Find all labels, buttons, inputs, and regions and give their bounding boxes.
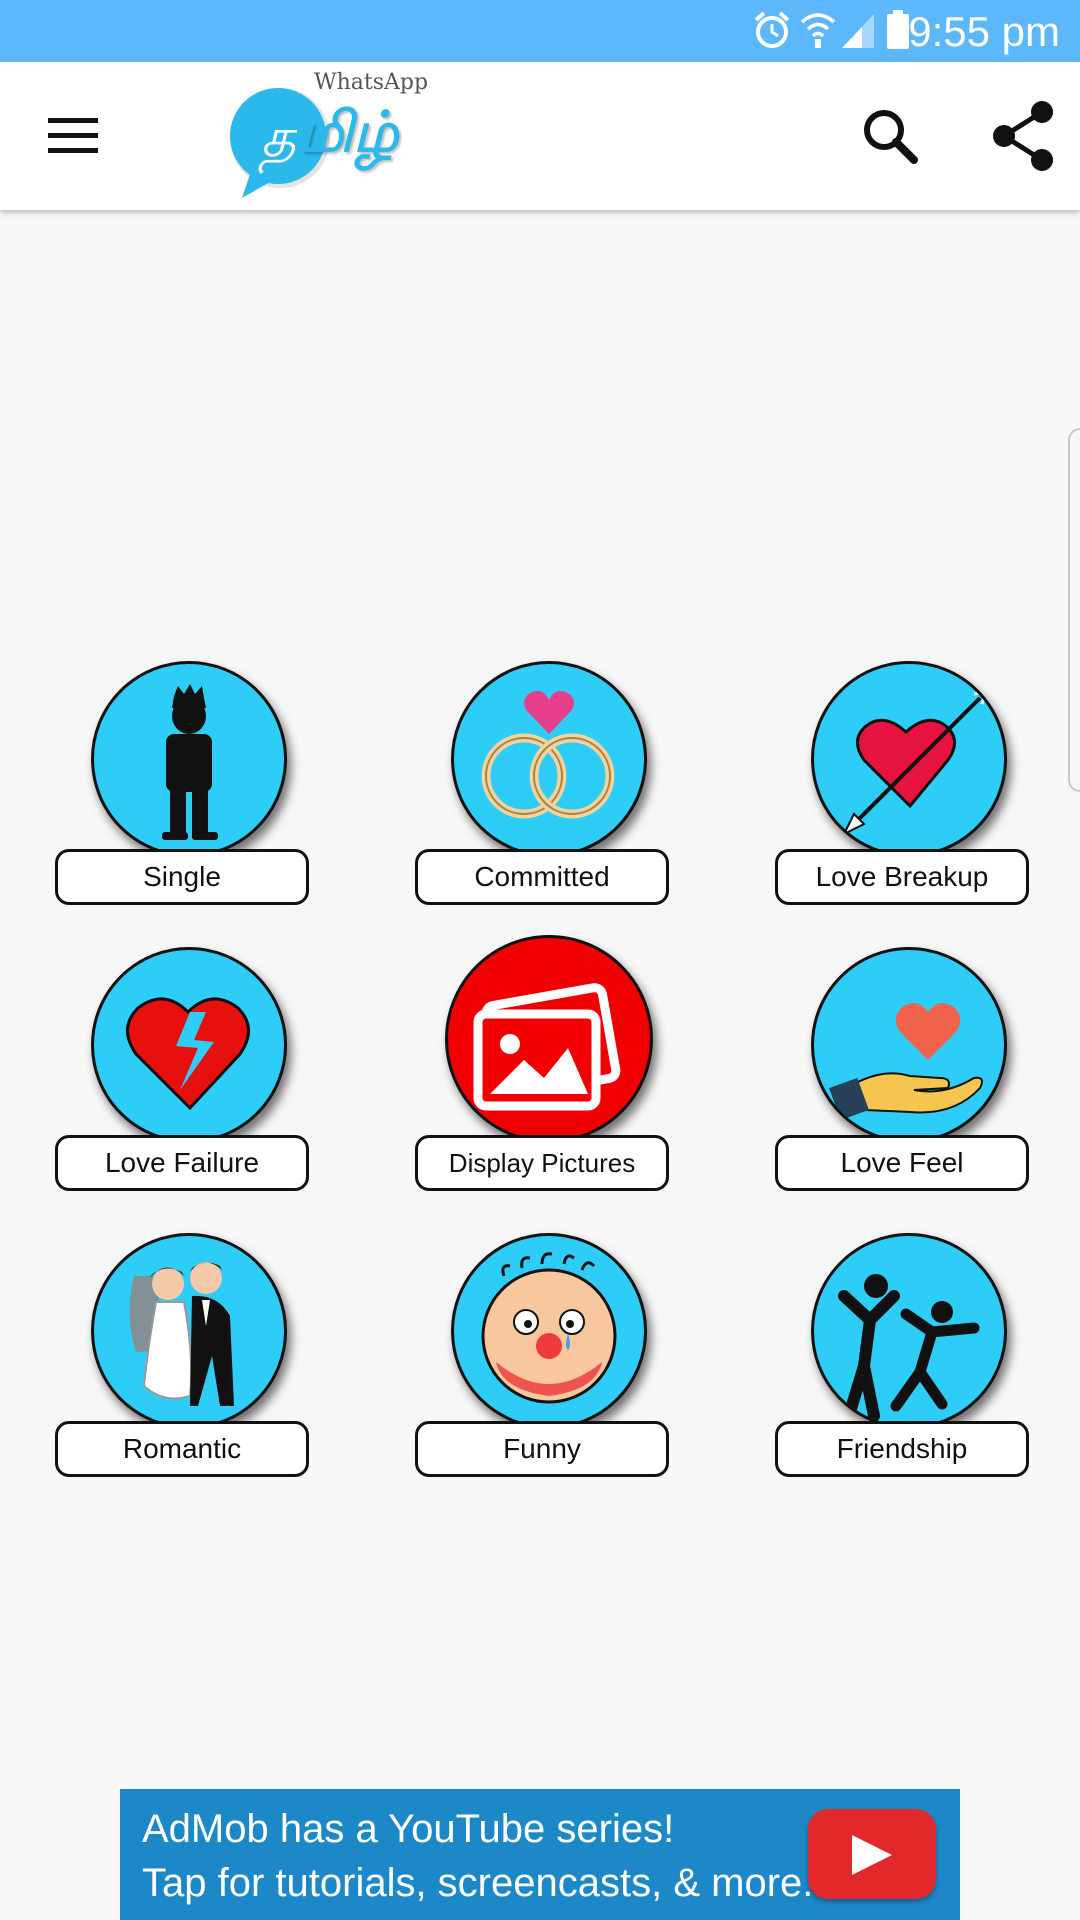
category-single[interactable]: Single: [55, 661, 315, 921]
share-button[interactable]: [984, 98, 1064, 174]
play-icon: [852, 1835, 892, 1875]
category-love-failure[interactable]: Love Failure: [55, 947, 315, 1207]
dancing-friends-icon: [838, 1274, 980, 1422]
category-icon-circle: [811, 1233, 1007, 1429]
standing-man-icon: [162, 684, 218, 840]
category-label: Love Failure: [55, 1135, 309, 1191]
category-friendship[interactable]: Friendship: [775, 1233, 1035, 1493]
share-icon: [993, 101, 1053, 171]
category-icon-circle: [451, 661, 647, 857]
clown-face-icon: [481, 1252, 617, 1404]
ad-headline: AdMob has a YouTube series!: [142, 1807, 675, 1851]
category-icon-circle: [451, 1233, 647, 1429]
menu-button[interactable]: [38, 106, 108, 166]
search-button[interactable]: [856, 102, 926, 172]
status-bar: 9:55 pm: [0, 0, 1080, 62]
battery-icon: [887, 10, 909, 49]
status-time: 9:55 pm: [908, 8, 1060, 55]
category-love-feel[interactable]: Love Feel: [775, 947, 1035, 1207]
wedding-rings-icon: [481, 691, 615, 819]
menu-icon: [48, 118, 98, 153]
category-label: Love Feel: [775, 1135, 1029, 1191]
category-label: Love Breakup: [775, 849, 1029, 905]
alarm-icon: [754, 11, 790, 48]
category-label: Friendship: [775, 1421, 1029, 1477]
youtube-play-button[interactable]: [808, 1809, 936, 1899]
ad-banner[interactable]: AdMob has a YouTube series! Tap for tuto…: [120, 1789, 960, 1920]
category-label: Single: [55, 849, 309, 905]
category-label: Romantic: [55, 1421, 309, 1477]
category-romantic[interactable]: Romantic: [55, 1233, 315, 1493]
signal-icon: [842, 14, 874, 48]
category-icon-circle: [91, 947, 287, 1143]
broken-heart-icon: [126, 997, 250, 1111]
logo-title: மிழ்: [298, 100, 399, 165]
category-icon-circle: [811, 661, 1007, 857]
category-label: Committed: [415, 849, 669, 905]
category-love-breakup[interactable]: Love Breakup: [775, 661, 1035, 921]
heart-arrow-icon: [841, 690, 989, 837]
logo-glyph: த: [257, 106, 297, 174]
wifi-icon: [800, 13, 836, 48]
category-funny[interactable]: Funny: [415, 1233, 675, 1493]
app-bar: த WhatsApp மிழ்: [0, 62, 1080, 210]
logo-subtitle: WhatsApp: [314, 70, 429, 95]
heart-in-hand-icon: [829, 1003, 983, 1121]
category-committed[interactable]: Committed: [415, 661, 675, 921]
category-label: Display Pictures: [415, 1135, 669, 1191]
category-icon-circle: [91, 1233, 287, 1429]
side-drawer-handle[interactable]: [1068, 428, 1080, 792]
category-icon-circle: [811, 947, 1007, 1143]
category-label: Funny: [415, 1421, 669, 1477]
bride-groom-icon: [129, 1262, 234, 1406]
ad-subline: Tap for tutorials, screencasts, & more.: [142, 1861, 814, 1905]
category-icon-circle: [445, 935, 653, 1143]
category-display-pictures[interactable]: Display Pictures: [415, 935, 675, 1207]
category-icon-circle: [91, 661, 287, 857]
photos-icon: [473, 983, 621, 1111]
search-icon: [864, 110, 918, 164]
